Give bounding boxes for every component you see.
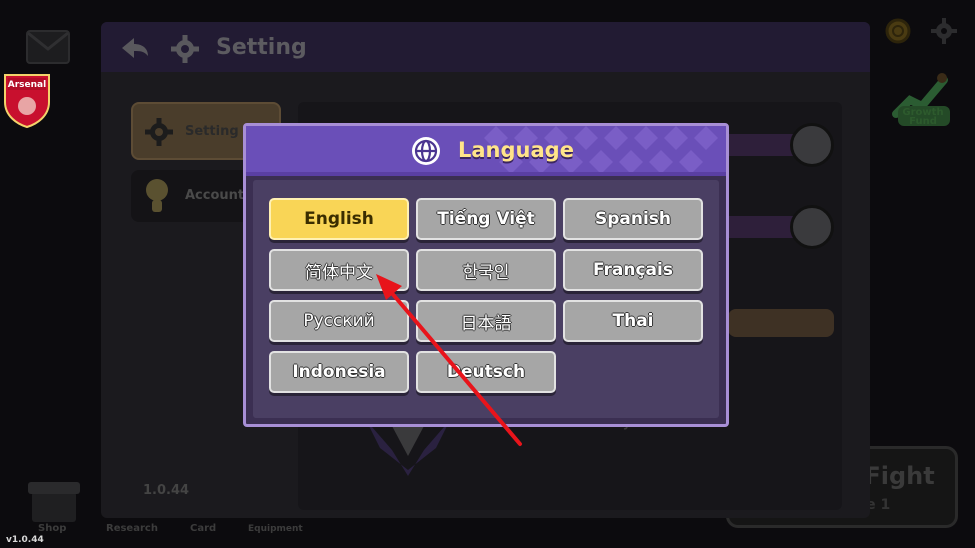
music-slider-knob[interactable] — [790, 123, 834, 167]
tab-account-label: Account — [185, 188, 245, 203]
nav-card[interactable]: Card — [190, 523, 216, 534]
lang-option-french[interactable]: Français — [563, 249, 703, 291]
gear-icon[interactable] — [931, 18, 957, 44]
language-options-grid: English Tiếng Việt Spanish 简体中文 한국인 Fran… — [253, 180, 719, 418]
coin-icon[interactable] — [885, 18, 911, 44]
nav-shop[interactable]: Shop — [38, 523, 66, 534]
globe-icon — [412, 137, 440, 165]
version-text: v1.0.44 — [6, 535, 44, 545]
top-right-icons — [885, 18, 957, 44]
account-avatar-icon — [146, 179, 168, 212]
lang-option-russian[interactable]: Русский — [269, 300, 409, 342]
back-arrow-icon[interactable] — [120, 36, 150, 60]
lang-option-japanese[interactable]: 日本語 — [416, 300, 556, 342]
lang-option-spanish[interactable]: Spanish — [563, 198, 703, 240]
settings-title: Setting — [216, 35, 307, 60]
settings-gear-icon — [171, 35, 199, 63]
game-screen: Arsenal Growth Fund Shop Research Card E… — [0, 0, 975, 548]
tab-setting-gear-icon — [145, 118, 173, 146]
mascot-icon — [366, 420, 450, 476]
lang-option-indonesian[interactable]: Indonesia — [269, 351, 409, 393]
mail-icon[interactable] — [26, 30, 70, 64]
lang-option-korean[interactable]: 한국인 — [416, 249, 556, 291]
nav-equipment[interactable]: Equipment — [248, 524, 303, 534]
lang-option-english[interactable]: English — [269, 198, 409, 240]
lang-option-vietnamese[interactable]: Tiếng Việt — [416, 198, 556, 240]
tab-setting-label: Setting — [185, 124, 239, 139]
growth-fund-label: Growth Fund — [902, 107, 944, 127]
build-version: 1.0.44 — [143, 483, 190, 498]
language-dialog-header: Language — [246, 126, 726, 176]
language-dialog: Language English Tiếng Việt Spanish 简体中文… — [243, 123, 729, 427]
lang-option-thai[interactable]: Thai — [563, 300, 703, 342]
lang-option-simplified-chinese[interactable]: 简体中文 — [269, 249, 409, 291]
lang-option-german[interactable]: Deutsch — [416, 351, 556, 393]
sound-slider-knob[interactable] — [790, 205, 834, 249]
shop-icon[interactable] — [26, 478, 82, 526]
nav-research[interactable]: Research — [106, 523, 158, 534]
settings-option-bar[interactable] — [728, 309, 834, 337]
club-name: Arsenal — [7, 80, 47, 90]
language-dialog-title: Language — [458, 138, 574, 162]
